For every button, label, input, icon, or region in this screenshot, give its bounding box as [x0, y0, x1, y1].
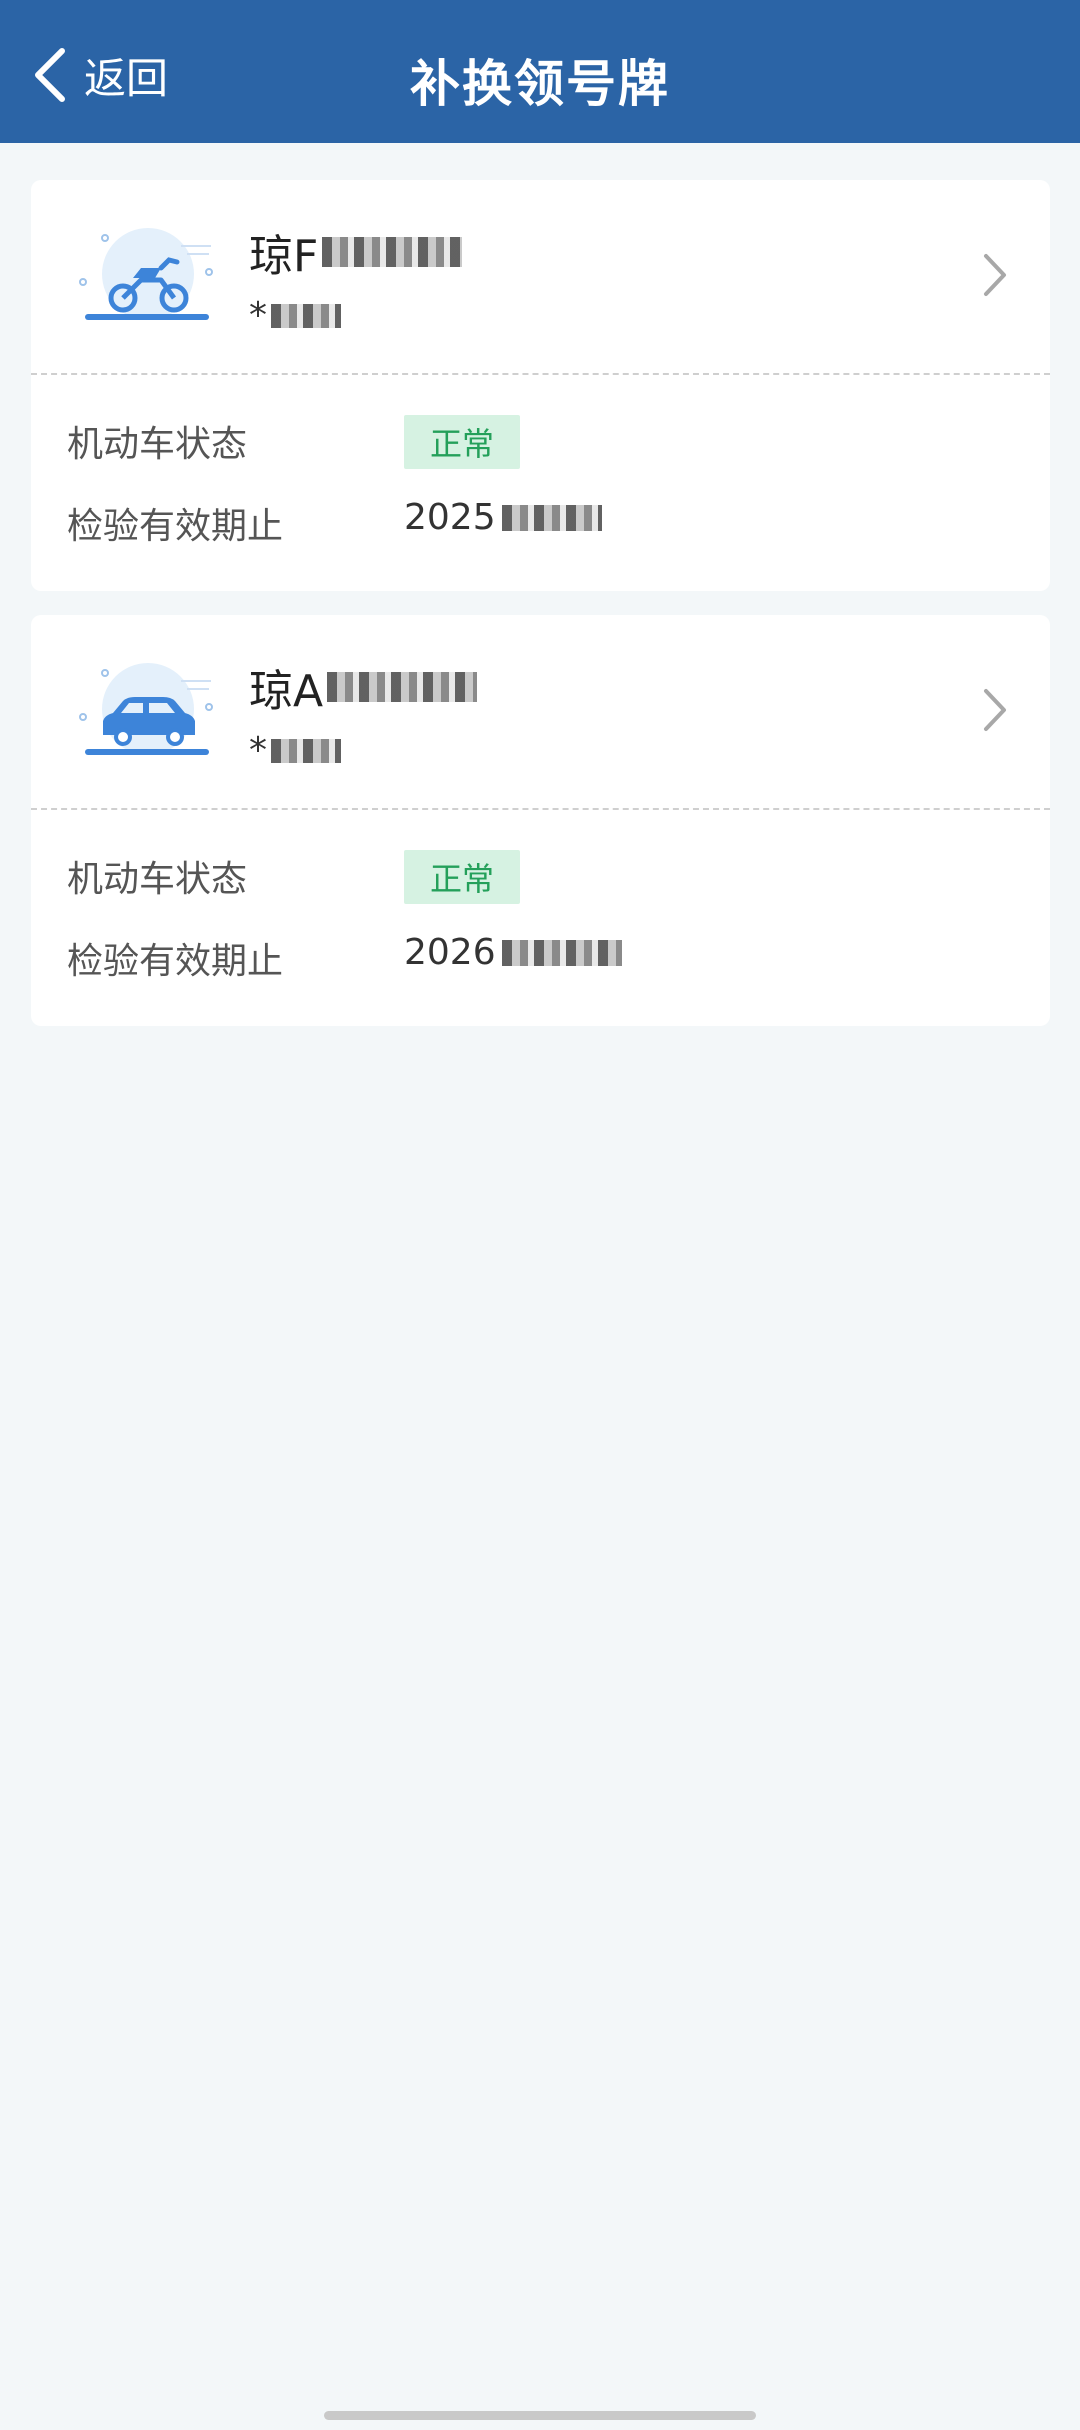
status-badge: 正常 — [404, 850, 521, 904]
owner-name: * — [249, 295, 341, 336]
expiry-value: 2025 — [404, 497, 602, 538]
status-badge: 正常 — [404, 415, 521, 469]
masked-text — [327, 672, 478, 702]
expiry-label: 检验有效期止 — [67, 941, 284, 982]
vehicle-card[interactable]: 琼A * 机动车状态 正常 检验有效期止 2026 — [31, 615, 1050, 1026]
car-icon — [79, 663, 213, 755]
chevron-right-icon[interactable] — [980, 250, 1010, 300]
chevron-right-icon[interactable] — [980, 685, 1010, 735]
plate-number: 琼A — [249, 655, 478, 719]
plate-number: 琼F — [249, 220, 463, 284]
expiry-label: 检验有效期止 — [67, 506, 284, 547]
vehicle-card-header[interactable]: 琼A * — [31, 615, 1050, 808]
status-label: 机动车状态 — [67, 859, 248, 900]
status-label: 机动车状态 — [67, 424, 248, 465]
expiry-value: 2026 — [404, 932, 622, 973]
home-indicator[interactable] — [324, 2411, 756, 2420]
masked-text — [501, 504, 602, 531]
vehicle-details: 机动车状态 正常 检验有效期止 2025 — [31, 375, 1050, 591]
owner-name: * — [249, 730, 341, 771]
masked-text — [271, 738, 341, 763]
app-header: 返回 补换领号牌 — [0, 0, 1080, 143]
page-title: 补换领号牌 — [410, 55, 670, 113]
motorcycle-icon — [79, 228, 213, 320]
vehicle-details: 机动车状态 正常 检验有效期止 2026 — [31, 810, 1050, 1026]
masked-text — [322, 237, 463, 267]
masked-text — [271, 303, 341, 328]
vehicle-card-header[interactable]: 琼F * — [31, 180, 1050, 373]
masked-text — [501, 939, 622, 966]
vehicle-card[interactable]: 琼F * 机动车状态 正常 检验有效期止 2025 — [31, 180, 1050, 591]
